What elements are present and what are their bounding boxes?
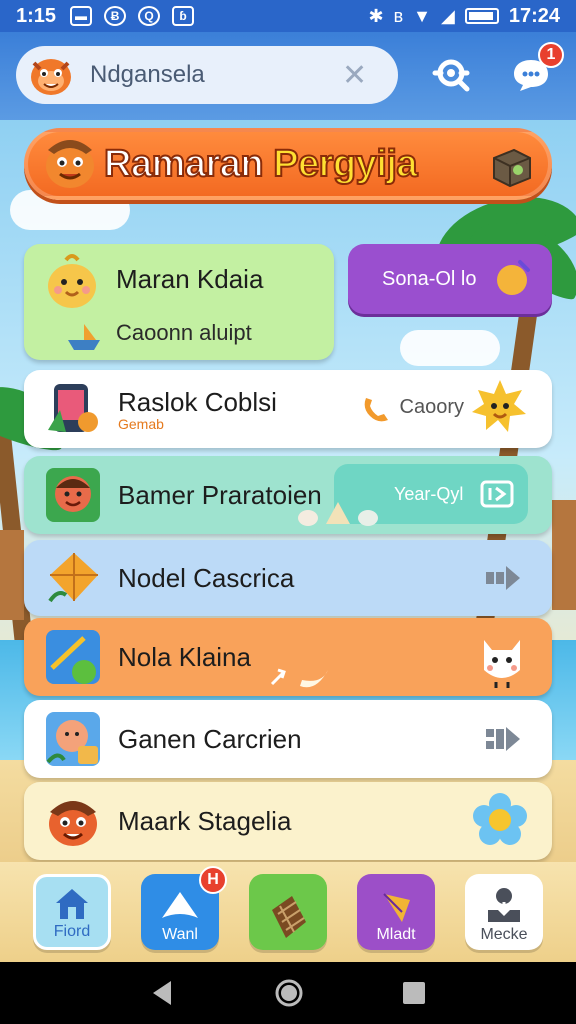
search-button[interactable]: [428, 52, 474, 98]
bitcoin-icon: Ƀ: [104, 6, 127, 26]
nav-badge: H: [199, 866, 227, 894]
system-navigation-bar: [0, 962, 576, 1024]
search-bar[interactable]: ✕: [16, 46, 398, 104]
nav-label: Fiord: [53, 923, 91, 940]
nav-label: Wanl: [162, 926, 198, 943]
status-time: 1:15: [16, 4, 57, 27]
featured-card[interactable]: Maran Kdaia Caoonn aluipt: [24, 244, 334, 360]
list-item[interactable]: Nola Klaina: [24, 618, 552, 696]
profile-download-icon: [488, 888, 520, 922]
wifi-icon: ▼: [413, 5, 431, 26]
status-clock: 17:24: [508, 4, 560, 27]
white-cat-mascot-icon: [484, 640, 520, 688]
banner-title: Ramaran Pergyija: [103, 142, 419, 186]
kite-nav-icon: [383, 893, 410, 922]
treasure-box-icon: [493, 148, 531, 188]
featured-title: Maran Kdaia: [116, 264, 264, 294]
list-item[interactable]: Raslok Coblsi Gemab Caoory: [24, 370, 552, 448]
chocolate-bar-icon: [272, 896, 306, 938]
nav-profile-button[interactable]: Mecke: [465, 874, 543, 950]
phone-app-icon: [48, 384, 98, 432]
flower-icon: [473, 793, 527, 845]
bottom-navigation: Fiord Wanl H Mladt Mecke: [0, 862, 576, 962]
list-item-title: Nodel Cascrica: [118, 562, 295, 593]
nav-mladt-button[interactable]: Mladt: [357, 874, 435, 950]
notification-badge: 1: [538, 42, 564, 68]
featured-subtitle: Caoonn aluipt: [116, 320, 252, 345]
title-banner: Ramaran Pergyija: [24, 128, 552, 200]
nav-label: Mladt: [376, 926, 416, 943]
list-item-title: Maark Stagelia: [118, 805, 292, 836]
list-item-action[interactable]: Caoory: [400, 396, 464, 419]
list-item-title: Bamer Praratoien: [118, 479, 322, 510]
boat-icon: [68, 324, 100, 350]
home-icon: [56, 889, 88, 919]
orange-ball-icon: [497, 260, 530, 295]
bluetooth-icon: ✱: [368, 5, 384, 26]
kite-icon: [48, 553, 98, 603]
forward-arrow-icon[interactable]: [484, 725, 522, 753]
shells-icon: [298, 502, 378, 526]
list-item[interactable]: Ganen Carcrien: [24, 700, 552, 778]
clear-search-icon[interactable]: ✕: [342, 58, 367, 93]
list-item-tag: Gemab: [118, 415, 164, 432]
list-item-action: Year-Qyl: [394, 483, 464, 504]
status-bar: 1:15 ▬ Ƀ Q ɓ ✱ ʙ ▼ ◢ 17:24: [0, 0, 576, 32]
monkey-mascot-icon: [49, 801, 97, 846]
app-bar: ✕ 1: [0, 32, 576, 120]
image-icon: ▬: [70, 6, 93, 26]
list-item-title: Ganen Carcrien: [118, 723, 302, 754]
home-circle-icon[interactable]: [274, 978, 304, 1008]
back-icon[interactable]: [149, 979, 177, 1007]
search-input[interactable]: [90, 61, 330, 89]
nav-home-button[interactable]: Fiord: [33, 874, 111, 950]
nav-chocolate-button[interactable]: [249, 874, 327, 950]
banana-icon: [270, 668, 328, 688]
list-item[interactable]: Maark Stagelia: [24, 782, 552, 860]
list-item-title: Raslok Coblsi: [118, 386, 277, 417]
character-avatar-icon: [46, 468, 100, 522]
list-item[interactable]: Bamer Praratoien Year-Qyl: [24, 456, 552, 534]
featured-pill-label: Sona-Ol lo: [382, 267, 477, 290]
sun-mascot-icon: [472, 380, 526, 432]
mascot-avatar-icon: [31, 59, 71, 95]
list-item[interactable]: Nodel Cascrica: [24, 540, 552, 616]
phone-handset-icon: [364, 398, 388, 422]
battery-icon: [464, 8, 499, 24]
mascot-icon: [46, 140, 94, 188]
forward-arrow-icon: [480, 480, 514, 508]
featured-pill-button[interactable]: Sona-Ol lo: [348, 244, 552, 314]
forward-arrow-icon[interactable]: [484, 564, 522, 592]
paper-plane-icon: [162, 892, 198, 918]
messages-button[interactable]: 1: [508, 42, 564, 98]
search-app-icon: Q: [138, 6, 161, 26]
nav-wanl-button[interactable]: Wanl H: [141, 866, 227, 950]
child-character-icon: [46, 712, 100, 766]
signal-icon: ◢: [441, 5, 455, 26]
recents-icon[interactable]: [401, 980, 427, 1006]
app-icon: ɓ: [172, 6, 195, 26]
nav-label: Mecke: [480, 926, 528, 943]
list-item-title: Nola Klaina: [118, 641, 251, 672]
drink-app-icon: [46, 630, 100, 684]
data-icon: ʙ: [393, 5, 404, 26]
search-icon: [432, 59, 470, 92]
chick-mascot-icon: [48, 254, 96, 308]
